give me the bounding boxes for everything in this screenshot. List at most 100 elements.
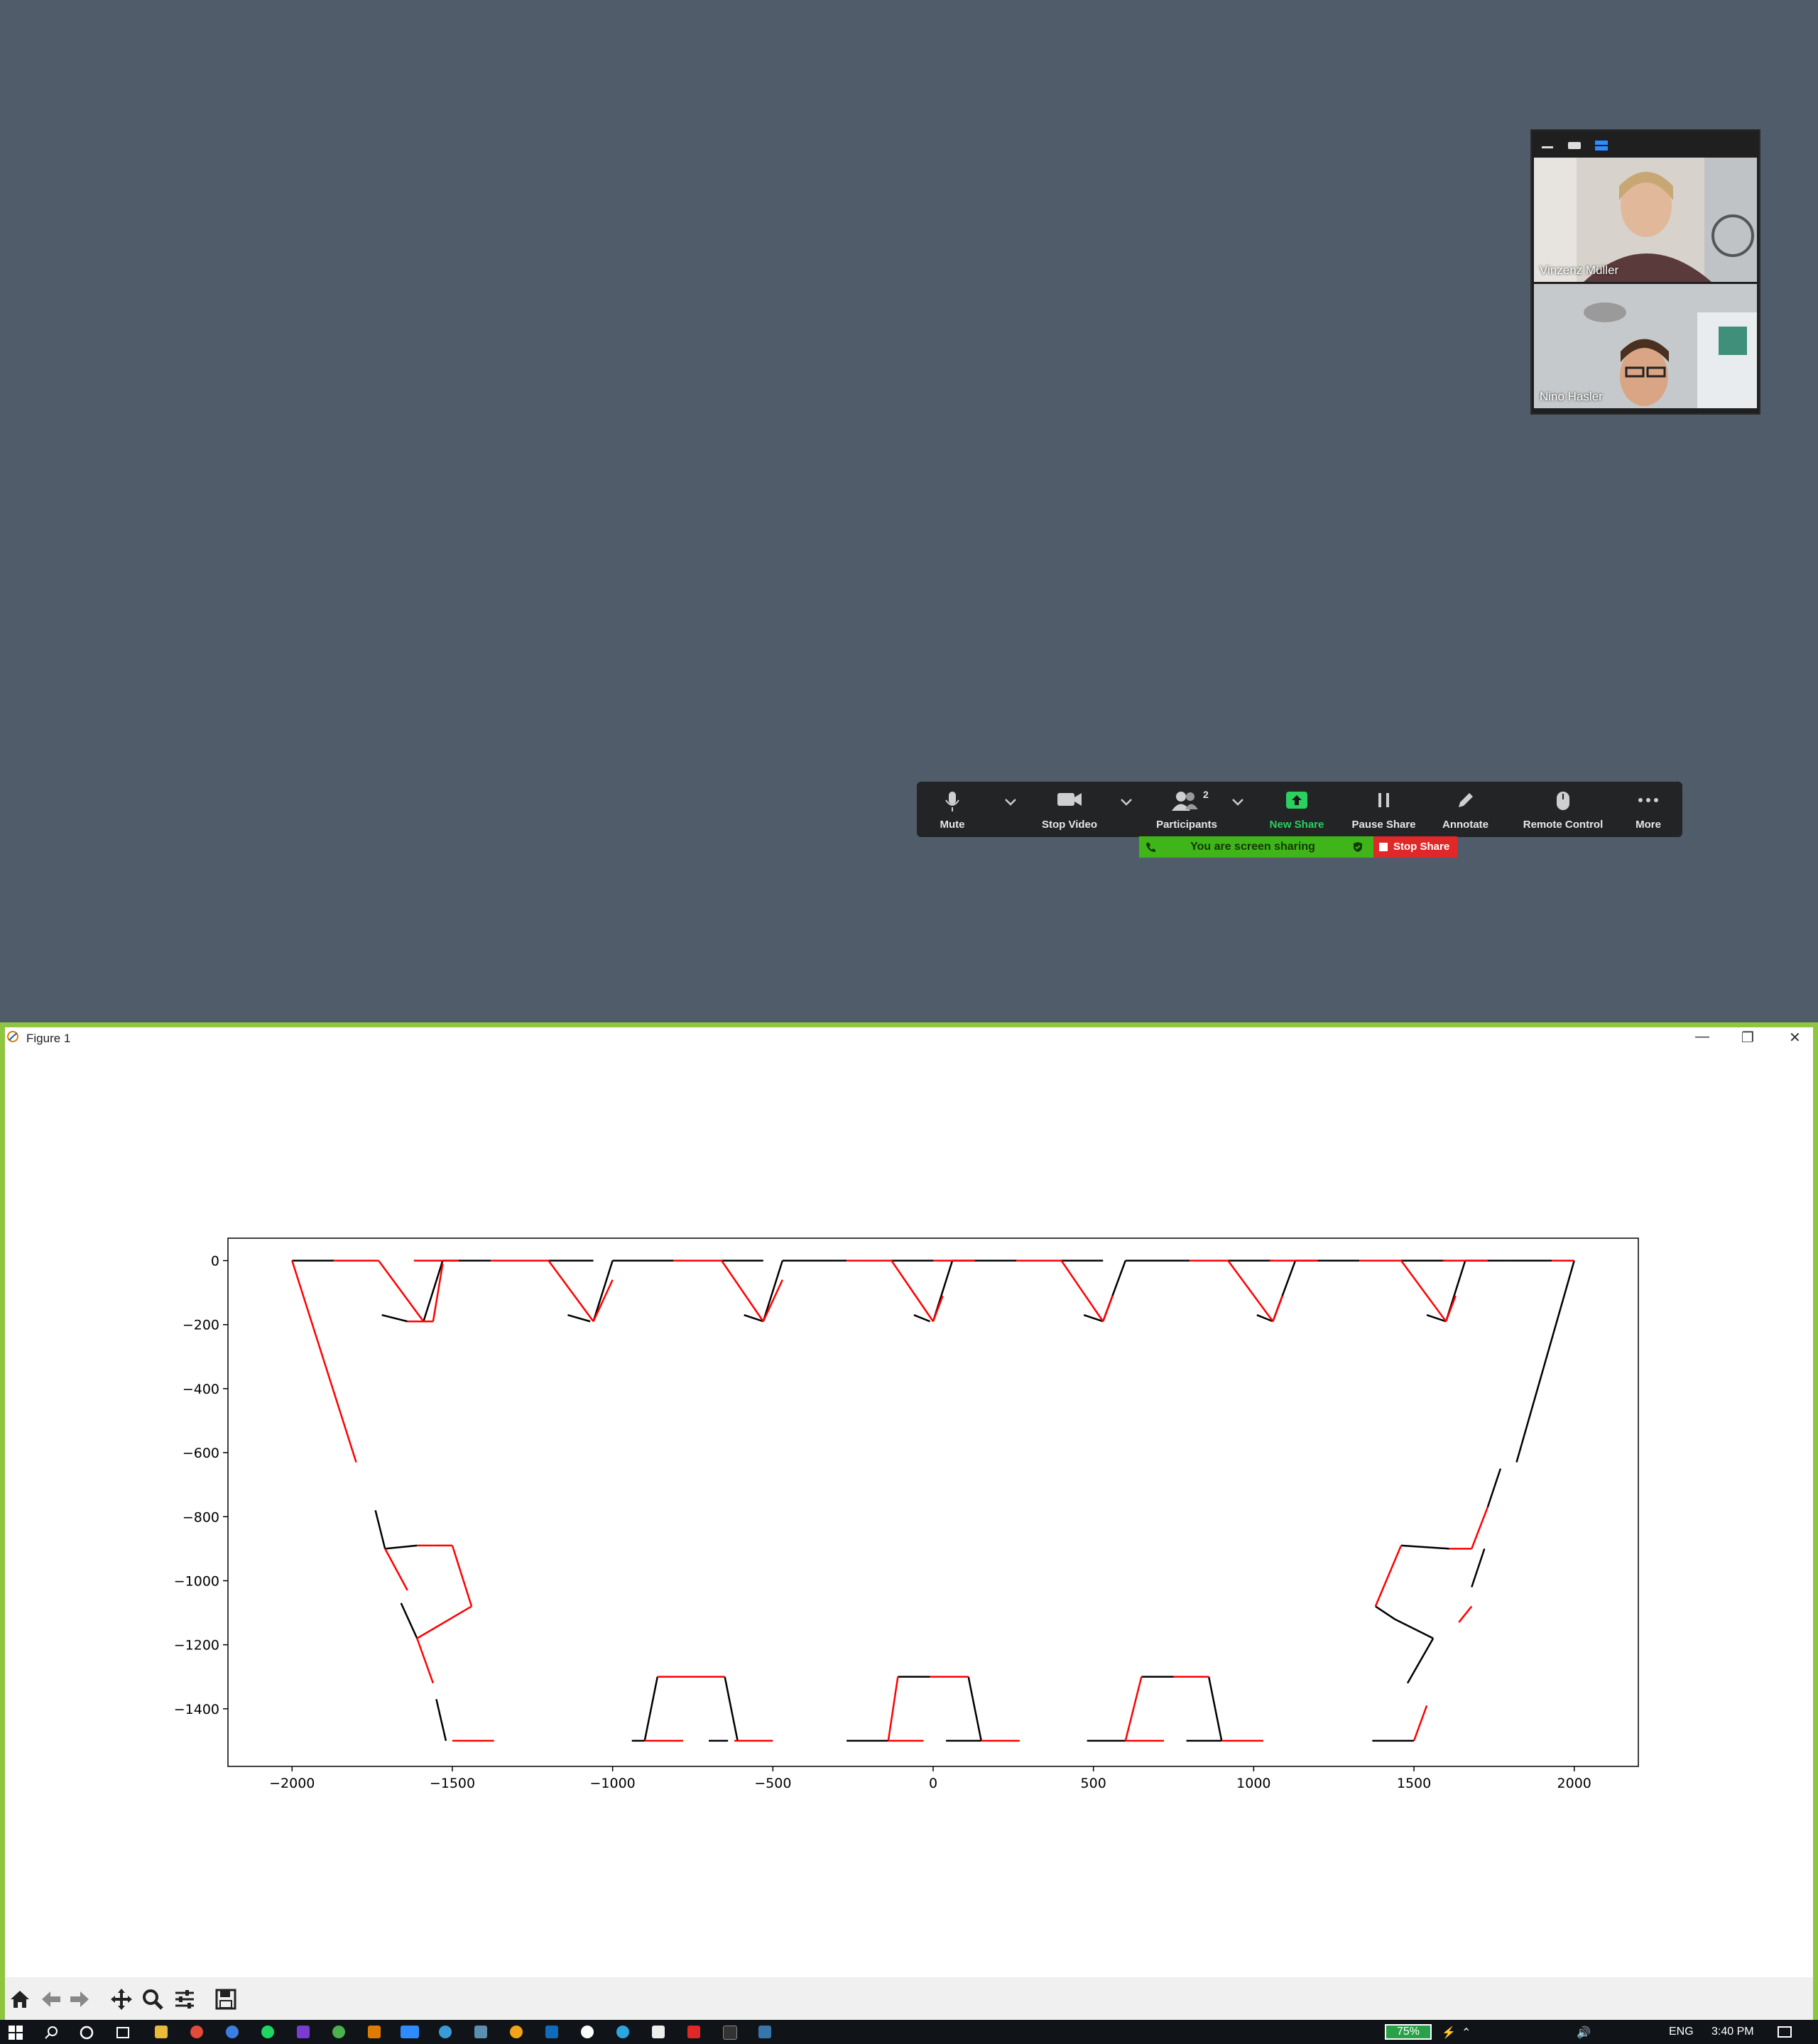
minimize-video-icon[interactable] [1540, 141, 1555, 149]
pan-icon[interactable] [109, 1987, 134, 2011]
plot-segment [451, 1545, 473, 1607]
participant-name: Vinzenz Müller [1540, 263, 1619, 277]
outlook-icon[interactable] [545, 2026, 558, 2038]
sharing-banner-label: You are screen sharing [1190, 841, 1315, 853]
plot-segment [1060, 1259, 1104, 1322]
y-tick-label: −800 [183, 1509, 219, 1525]
remote-control-label: Remote Control [1523, 819, 1604, 831]
x-tick-label: 1500 [1397, 1776, 1431, 1791]
chevron-down-icon[interactable] [1231, 797, 1245, 807]
plot-segment [548, 1259, 594, 1322]
task-view-icon[interactable] [115, 2026, 131, 2040]
chevron-down-icon[interactable] [1003, 797, 1018, 807]
restore-button[interactable]: ❐ [1741, 1029, 1754, 1046]
volume-icon[interactable]: 🔊 [1577, 2026, 1591, 2040]
chevron-up-icon[interactable]: ⌃ [1462, 2026, 1471, 2040]
windows-start-icon[interactable] [9, 2026, 23, 2040]
meeting-toolbar: Mute Stop Video 2 Participants New Share… [917, 782, 1682, 837]
plot-segment [1445, 1295, 1457, 1322]
annotate-button[interactable]: Annotate [1432, 789, 1499, 833]
stop-video-label: Stop Video [1041, 819, 1098, 831]
more-button[interactable]: More [1620, 789, 1677, 833]
video-panel-header [1532, 131, 1759, 159]
plot-segment [891, 1259, 935, 1322]
screen-sharing-banner[interactable]: You are screen sharing [1139, 836, 1373, 858]
x-tick-label: −500 [754, 1776, 791, 1791]
home-icon[interactable] [8, 1987, 32, 2011]
telegram-icon[interactable] [616, 2026, 629, 2038]
edge-icon[interactable] [439, 2026, 452, 2038]
plot-segment [416, 1638, 435, 1684]
plot-segment [721, 1259, 764, 1322]
participant-tile[interactable]: Vinzenz Müller [1534, 158, 1757, 282]
plot-segment [1400, 1259, 1447, 1322]
zoom-icon[interactable] [401, 2026, 419, 2038]
mute-button[interactable]: Mute [924, 789, 981, 833]
stop-share-button[interactable]: Stop Share [1373, 836, 1457, 858]
plot-segment [1406, 1638, 1435, 1684]
terminal-icon[interactable] [723, 2026, 737, 2040]
plot-segment [887, 1676, 899, 1742]
x-tick-label: −1000 [589, 1776, 635, 1791]
participants-button[interactable]: 2 Participants [1144, 789, 1229, 833]
pause-share-button[interactable]: Pause Share [1346, 789, 1421, 833]
video-panel[interactable]: Vinzenz Müller Nino Hasler [1530, 129, 1760, 415]
configure-subplots-icon[interactable] [173, 1987, 197, 2011]
save-icon[interactable] [214, 1987, 238, 2011]
language-indicator[interactable]: ENG [1669, 2026, 1694, 2038]
participant-tile[interactable]: Nino Hasler [1534, 284, 1757, 408]
plot-segment [762, 1260, 784, 1322]
battery-indicator[interactable]: 75% [1385, 2024, 1432, 2040]
matlab-icon[interactable] [368, 2026, 381, 2038]
remote-control-button[interactable]: Remote Control [1513, 789, 1613, 833]
pause-icon [1378, 793, 1389, 807]
y-axis: 0 −200 −400 −600 −800 −1000 −1200 −1400 [174, 1254, 228, 1717]
microphone-icon [945, 792, 959, 811]
back-arrow-icon[interactable] [39, 1987, 63, 2011]
python-icon[interactable] [758, 2026, 771, 2038]
stop-share-label: Stop Share [1393, 841, 1450, 853]
clock[interactable]: 3:40 PM [1711, 2026, 1754, 2038]
plot-segment [913, 1314, 930, 1323]
plot-segment [592, 1279, 614, 1322]
plot-segment [378, 1259, 425, 1322]
plot-segment [416, 1605, 472, 1639]
chevron-down-icon[interactable] [1119, 797, 1133, 807]
ide-icon[interactable] [297, 2026, 310, 2038]
gallery-view-icon[interactable] [1594, 141, 1609, 152]
power-plug-icon: ⚡ [1442, 2027, 1456, 2039]
camera-icon [1057, 793, 1082, 806]
plot-segment [1394, 1618, 1434, 1639]
close-button[interactable]: ✕ [1789, 1029, 1801, 1046]
single-speaker-icon[interactable] [1567, 141, 1582, 149]
new-share-button[interactable]: New Share [1258, 789, 1336, 833]
navigation-toolbar [5, 1977, 1813, 2020]
plot-segment [1124, 1676, 1143, 1742]
plot-segment [967, 1676, 982, 1742]
minimize-button[interactable]: — [1695, 1029, 1709, 1045]
app-icon[interactable] [332, 2026, 345, 2038]
plot-segment [1227, 1259, 1274, 1322]
app-icon[interactable] [474, 2026, 487, 2038]
app-icon[interactable] [510, 2026, 523, 2038]
plot-canvas[interactable]: −2000 −1500 −1000 −500 0 500 1000 1500 2000 0−20… [5, 1049, 1813, 1972]
zoom-magnifier-icon[interactable] [141, 1987, 165, 2011]
y-tick-label: −1000 [174, 1573, 219, 1589]
notifications-icon[interactable] [1777, 2026, 1792, 2040]
x-tick-label: −2000 [269, 1776, 315, 1791]
pdf-icon[interactable] [687, 2026, 700, 2038]
file-explorer-icon[interactable] [155, 2026, 168, 2038]
password-manager-icon[interactable] [226, 2026, 239, 2038]
spotify-icon[interactable] [261, 2026, 274, 2038]
plot-segment [385, 1544, 418, 1550]
stop-video-button[interactable]: Stop Video [1030, 789, 1109, 833]
plot-segment [1102, 1295, 1114, 1322]
plot-segment [400, 1602, 418, 1639]
chrome-icon[interactable] [190, 2026, 203, 2038]
x-tick-label: 1000 [1236, 1776, 1270, 1791]
forward-arrow-icon[interactable] [67, 1987, 92, 2011]
cortana-icon[interactable] [80, 2026, 94, 2040]
notion-icon[interactable] [652, 2026, 665, 2038]
chat-icon[interactable] [581, 2026, 594, 2038]
search-icon[interactable] [44, 2026, 58, 2040]
